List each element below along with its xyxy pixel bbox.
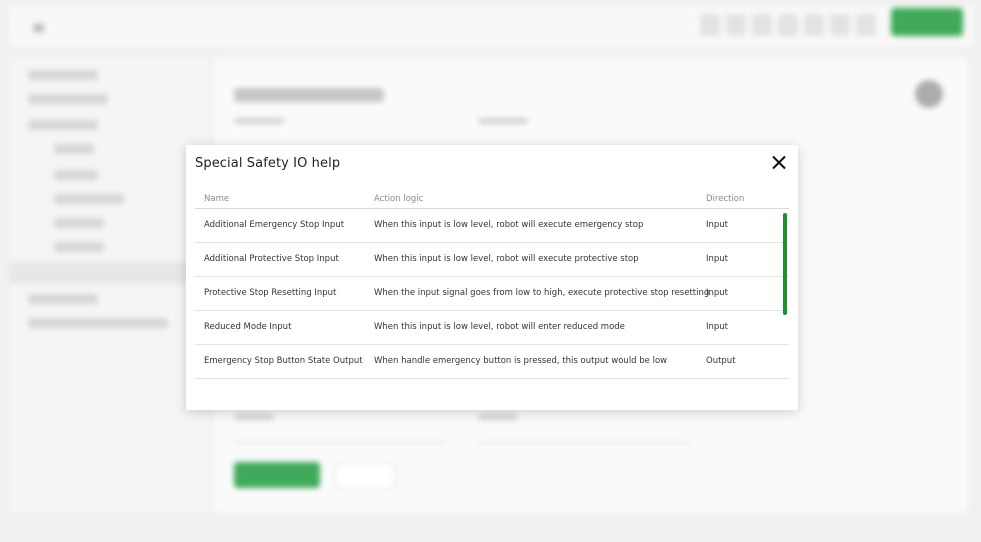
cell-direction: Output	[706, 356, 736, 366]
cell-direction: Input	[706, 220, 729, 230]
table-scrollbar[interactable]	[783, 213, 787, 315]
cell-direction: Input	[706, 288, 729, 298]
table-row: Additional Emergency Stop Input When thi…	[195, 209, 789, 243]
table-row: Reduced Mode Input When this input is lo…	[195, 311, 789, 345]
column-header-action-logic: Action logic	[374, 194, 424, 204]
cell-action-logic: When this input is low level, robot will…	[374, 220, 644, 230]
cell-action-logic: When handle emergency button is pressed,…	[374, 356, 668, 366]
help-table: Name Action logic Direction Additional E…	[195, 192, 789, 379]
table-row: Additional Protective Stop Input When th…	[195, 243, 789, 277]
cell-name: Additional Emergency Stop Input	[204, 220, 345, 230]
cell-action-logic: When this input is low level, robot will…	[374, 254, 639, 264]
help-dialog: Special Safety IO help Name Action logic…	[186, 145, 798, 410]
column-header-name: Name	[204, 194, 230, 204]
close-icon[interactable]	[772, 155, 786, 169]
cell-direction: Input	[706, 322, 729, 332]
cell-name: Additional Protective Stop Input	[204, 254, 339, 264]
cell-direction: Input	[706, 254, 729, 264]
cell-name: Protective Stop Resetting Input	[204, 288, 337, 298]
cell-name: Emergency Stop Button State Output	[204, 356, 363, 366]
table-header: Name Action logic Direction	[195, 192, 789, 209]
cell-name: Reduced Mode Input	[204, 322, 292, 332]
table-row: Protective Stop Resetting Input When the…	[195, 277, 789, 311]
column-header-direction: Direction	[706, 194, 745, 204]
cell-action-logic: When the input signal goes from low to h…	[374, 288, 710, 298]
table-row: Emergency Stop Button State Output When …	[195, 345, 789, 379]
dialog-title: Special Safety IO help	[195, 156, 341, 171]
cell-action-logic: When this input is low level, robot will…	[374, 322, 625, 332]
